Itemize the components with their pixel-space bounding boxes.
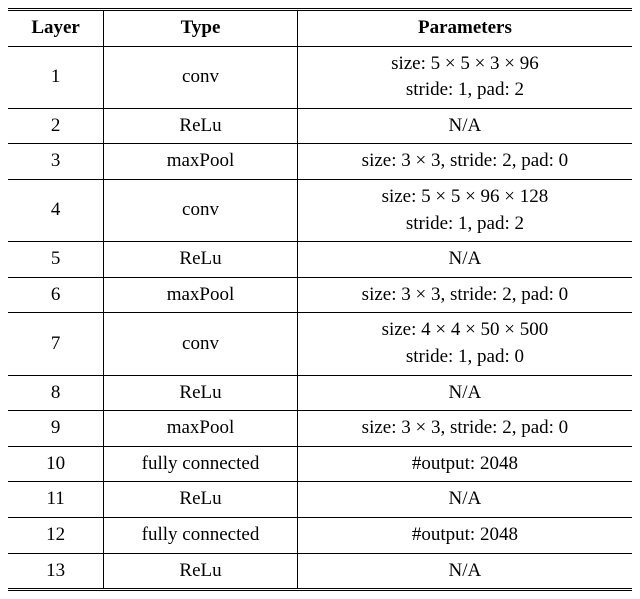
cell-layer: 9	[8, 411, 104, 447]
cell-layer: 8	[8, 375, 104, 411]
table-row: 2 ReLu N/A	[8, 108, 632, 144]
param-line: stride: 1, pad: 0	[406, 346, 524, 367]
cell-parameters: size: 3 × 3, stride: 2, pad: 0	[297, 277, 632, 313]
cell-layer: 10	[8, 446, 104, 482]
cell-layer: 1	[8, 46, 104, 108]
cell-type: fully connected	[104, 517, 298, 553]
table-row: 5 ReLu N/A	[8, 242, 632, 278]
table-row: 12 fully connected #output: 2048	[8, 517, 632, 553]
param-line: size: 5 × 5 × 3 × 96	[391, 53, 539, 74]
param-line: size: 4 × 4 × 50 × 500	[382, 319, 549, 340]
table-row: 8 ReLu N/A	[8, 375, 632, 411]
cell-parameters: N/A	[297, 482, 632, 518]
column-header-type: Type	[104, 10, 298, 47]
cell-parameters: N/A	[297, 242, 632, 278]
cell-parameters: size: 4 × 4 × 50 × 500 stride: 1, pad: 0	[297, 313, 632, 375]
cell-parameters: size: 3 × 3, stride: 2, pad: 0	[297, 144, 632, 180]
cell-parameters: size: 3 × 3, stride: 2, pad: 0	[297, 411, 632, 447]
cell-layer: 11	[8, 482, 104, 518]
cell-layer: 4	[8, 179, 104, 241]
cell-layer: 3	[8, 144, 104, 180]
cell-type: conv	[104, 313, 298, 375]
cell-parameters: N/A	[297, 375, 632, 411]
param-line: stride: 1, pad: 2	[406, 79, 524, 100]
network-architecture-table: Layer Type Parameters 1 conv size: 5 × 5…	[8, 8, 632, 591]
cell-type: ReLu	[104, 108, 298, 144]
cell-parameters: N/A	[297, 553, 632, 590]
cell-layer: 5	[8, 242, 104, 278]
cell-layer: 7	[8, 313, 104, 375]
table-row: 6 maxPool size: 3 × 3, stride: 2, pad: 0	[8, 277, 632, 313]
cell-type: conv	[104, 46, 298, 108]
table-row: 7 conv size: 4 × 4 × 50 × 500 stride: 1,…	[8, 313, 632, 375]
table-row: 1 conv size: 5 × 5 × 3 × 96 stride: 1, p…	[8, 46, 632, 108]
cell-layer: 2	[8, 108, 104, 144]
cell-layer: 13	[8, 553, 104, 590]
cell-layer: 6	[8, 277, 104, 313]
cell-type: ReLu	[104, 482, 298, 518]
table-row: 4 conv size: 5 × 5 × 96 × 128 stride: 1,…	[8, 179, 632, 241]
cell-type: maxPool	[104, 411, 298, 447]
table-header-row: Layer Type Parameters	[8, 10, 632, 47]
column-header-parameters: Parameters	[297, 10, 632, 47]
cell-type: maxPool	[104, 277, 298, 313]
table-row: 13 ReLu N/A	[8, 553, 632, 590]
cell-parameters: N/A	[297, 108, 632, 144]
cell-parameters: size: 5 × 5 × 96 × 128 stride: 1, pad: 2	[297, 179, 632, 241]
cell-type: ReLu	[104, 375, 298, 411]
cell-type: ReLu	[104, 553, 298, 590]
column-header-layer: Layer	[8, 10, 104, 47]
cell-parameters: #output: 2048	[297, 446, 632, 482]
table-row: 10 fully connected #output: 2048	[8, 446, 632, 482]
table-row: 11 ReLu N/A	[8, 482, 632, 518]
cell-parameters: #output: 2048	[297, 517, 632, 553]
table-row: 9 maxPool size: 3 × 3, stride: 2, pad: 0	[8, 411, 632, 447]
cell-type: maxPool	[104, 144, 298, 180]
table-row: 3 maxPool size: 3 × 3, stride: 2, pad: 0	[8, 144, 632, 180]
param-line: size: 5 × 5 × 96 × 128	[382, 186, 549, 207]
param-line: stride: 1, pad: 2	[406, 213, 524, 234]
cell-type: conv	[104, 179, 298, 241]
cell-type: fully connected	[104, 446, 298, 482]
cell-layer: 12	[8, 517, 104, 553]
cell-type: ReLu	[104, 242, 298, 278]
cell-parameters: size: 5 × 5 × 3 × 96 stride: 1, pad: 2	[297, 46, 632, 108]
